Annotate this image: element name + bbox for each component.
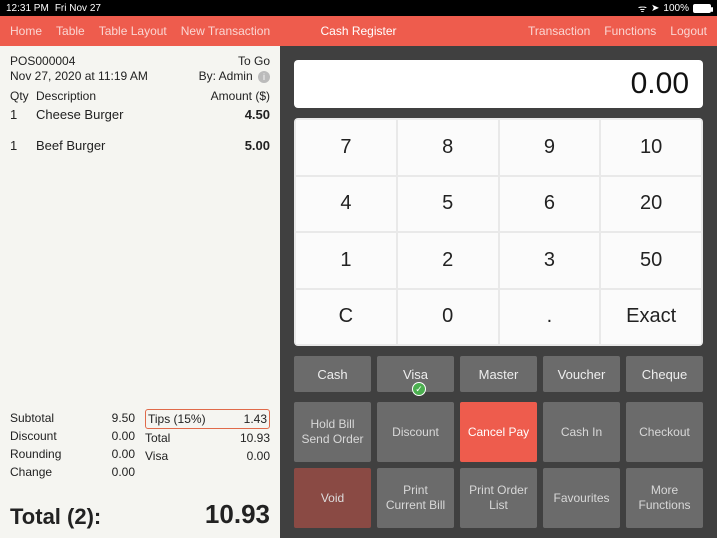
sum-label: Tips (15%) xyxy=(148,410,206,428)
nav-home[interactable]: Home xyxy=(10,24,42,38)
col-amount-header: Amount ($) xyxy=(190,89,270,103)
fn-print-order-list[interactable]: Print OrderList xyxy=(460,468,537,528)
battery-icon xyxy=(693,4,711,13)
col-desc-header: Description xyxy=(36,89,190,103)
order-datetime: Nov 27, 2020 at 11:19 AM xyxy=(10,69,148,83)
register-pane: 0.00 78910 45620 12350 C0.Exact CashVisa✓Ma… xyxy=(280,46,717,538)
sum-label: Visa xyxy=(145,447,168,465)
key-2[interactable]: 2 xyxy=(398,233,498,288)
nav-new-transaction[interactable]: New Transaction xyxy=(181,24,270,38)
nav-left: Home Table Table Layout New Transaction xyxy=(10,24,528,38)
sum-value: 1.43 xyxy=(244,410,267,428)
key-3[interactable]: 3 xyxy=(500,233,600,288)
line-amount: 4.50 xyxy=(190,107,270,122)
sum-value: 9.50 xyxy=(112,409,135,427)
nav-bar: Home Table Table Layout New Transaction … xyxy=(0,16,717,46)
sum-value: 10.93 xyxy=(240,429,270,447)
nav-table-layout[interactable]: Table Layout xyxy=(99,24,167,38)
nav-table[interactable]: Table xyxy=(56,24,85,38)
fn-cash-in[interactable]: Cash In xyxy=(543,402,620,462)
sum-value: 0.00 xyxy=(112,445,135,463)
line-desc: Cheese Burger xyxy=(36,107,190,122)
fn-discount[interactable]: Discount xyxy=(377,402,454,462)
pay-cheque[interactable]: Cheque xyxy=(626,356,703,392)
key-8[interactable]: 8 xyxy=(398,120,498,175)
nav-transaction[interactable]: Transaction xyxy=(528,24,590,38)
status-bar: 12:31 PM Fri Nov 27 ᯤ ➤ 100% xyxy=(0,0,717,16)
payment-row: CashVisa✓MasterVoucherCheque xyxy=(294,356,703,392)
check-icon: ✓ xyxy=(412,382,426,396)
status-date: Fri Nov 27 xyxy=(55,3,101,14)
col-qty-header: Qty xyxy=(10,89,36,103)
sum-label: Rounding xyxy=(10,445,61,463)
pay-cash[interactable]: Cash xyxy=(294,356,371,392)
fn-more-functions[interactable]: MoreFunctions xyxy=(626,468,703,528)
order-type: To Go xyxy=(238,54,270,68)
key-20[interactable]: 20 xyxy=(601,177,701,232)
by-label: By: Admin xyxy=(199,69,253,83)
key-5[interactable]: 5 xyxy=(398,177,498,232)
pay-visa[interactable]: Visa✓ xyxy=(377,356,454,392)
key-4[interactable]: 4 xyxy=(296,177,396,232)
sum-label: Change xyxy=(10,463,52,481)
total-value: 10.93 xyxy=(205,499,270,530)
fn-cancel-pay[interactable]: Cancel Pay xyxy=(460,402,537,462)
function-grid: Hold BillSend OrderDiscountCancel PayCas… xyxy=(294,402,703,528)
line-amount: 5.00 xyxy=(190,138,270,153)
receipt-line[interactable]: 1 Beef Burger 5.00 xyxy=(10,138,270,153)
receipt-summary: Subtotal 9.50 Discount 0.00 Rounding 0.00 C… xyxy=(10,403,270,481)
fn-hold-bill-send-order[interactable]: Hold BillSend Order xyxy=(294,402,371,462)
receipt-line[interactable]: 1 Cheese Burger 4.50 xyxy=(10,107,270,122)
page-title: Cash Register xyxy=(320,24,396,38)
pos-id: POS000004 xyxy=(10,54,75,68)
key-exact[interactable]: Exact xyxy=(601,290,701,345)
status-time: 12:31 PM xyxy=(6,3,49,14)
sum-label: Subtotal xyxy=(10,409,54,427)
fn-void[interactable]: Void xyxy=(294,468,371,528)
battery-percent: 100% xyxy=(663,3,689,14)
location-icon: ➤ xyxy=(651,3,659,14)
fn-favourites[interactable]: Favourites xyxy=(543,468,620,528)
line-desc: Beef Burger xyxy=(36,138,190,153)
keypad: 78910 45620 12350 C0.Exact xyxy=(294,118,703,346)
pay-voucher[interactable]: Voucher xyxy=(543,356,620,392)
sum-label: Discount xyxy=(10,427,57,445)
fn-print-current-bill[interactable]: PrintCurrent Bill xyxy=(377,468,454,528)
key-7[interactable]: 7 xyxy=(296,120,396,175)
tips-row: Tips (15%) 1.43 xyxy=(145,409,270,429)
receipt-pane: POS000004 To Go Nov 27, 2020 at 11:19 AM… xyxy=(0,46,280,538)
sum-value: 0.00 xyxy=(112,427,135,445)
nav-right: Transaction Functions Logout xyxy=(528,24,707,38)
sum-label: Total xyxy=(145,429,170,447)
info-icon[interactable]: i xyxy=(258,71,270,83)
total-label: Total (2): xyxy=(10,504,101,530)
key-0[interactable]: 0 xyxy=(398,290,498,345)
nav-logout[interactable]: Logout xyxy=(670,24,707,38)
line-qty: 1 xyxy=(10,107,36,122)
wifi-icon: ᯤ xyxy=(638,1,647,15)
key-9[interactable]: 9 xyxy=(500,120,600,175)
sum-value: 0.00 xyxy=(112,463,135,481)
key-6[interactable]: 6 xyxy=(500,177,600,232)
nav-functions[interactable]: Functions xyxy=(604,24,656,38)
amount-display: 0.00 xyxy=(294,60,703,108)
key-.[interactable]: . xyxy=(500,290,600,345)
sum-value: 0.00 xyxy=(247,447,270,465)
pay-master[interactable]: Master xyxy=(460,356,537,392)
receipt-total: Total (2): 10.93 xyxy=(0,489,280,538)
key-50[interactable]: 50 xyxy=(601,233,701,288)
fn-checkout[interactable]: Checkout xyxy=(626,402,703,462)
key-10[interactable]: 10 xyxy=(601,120,701,175)
line-qty: 1 xyxy=(10,138,36,153)
key-1[interactable]: 1 xyxy=(296,233,396,288)
key-c[interactable]: C xyxy=(296,290,396,345)
